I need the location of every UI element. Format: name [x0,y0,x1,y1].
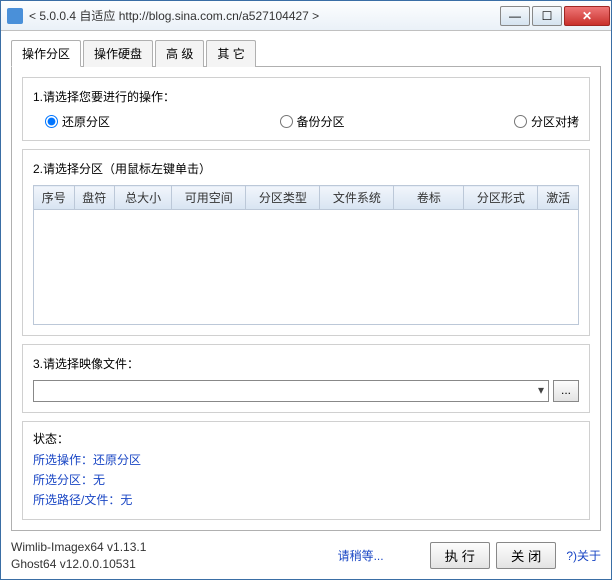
operation-radios: 还原分区 备份分区 分区对拷 [33,113,579,130]
app-window: < 5.0.0.4 自适应 http://blog.sina.com.cn/a5… [0,0,612,580]
image-file-combo[interactable] [33,380,549,402]
group-partition-title: 2.请选择分区（用鼠标左键单击） [33,160,579,177]
window-controls: — ☐ ✕ [499,6,611,26]
tab-operate-partition[interactable]: 操作分区 [11,40,81,67]
group-image-file: 3.请选择映像文件： ... [22,344,590,413]
radio-backup-label: 备份分区 [297,113,345,130]
col-ptype[interactable]: 分区类型 [246,186,320,210]
status-path: 所选路径/文件：无 [33,491,579,508]
col-free[interactable]: 可用空间 [172,186,246,210]
radio-backup-input[interactable] [280,115,293,128]
radio-restore-input[interactable] [45,115,58,128]
tab-advanced[interactable]: 高 级 [155,40,204,67]
app-icon [7,8,23,24]
col-total[interactable]: 总大小 [115,186,172,210]
radio-copy-partition[interactable]: 分区对拷 [514,113,579,130]
version-wimlib: Wimlib-Imagex64 v1.13.1 [11,539,146,556]
col-letter[interactable]: 盘符 [74,186,115,210]
col-active[interactable]: 激活 [538,186,579,210]
radio-backup-partition[interactable]: 备份分区 [280,113,515,130]
maximize-button[interactable]: ☐ [532,6,562,26]
radio-copy-input[interactable] [514,115,527,128]
footer: Wimlib-Imagex64 v1.13.1 Ghost64 v12.0.0.… [1,535,611,579]
version-ghost: Ghost64 v12.0.0.10531 [11,556,146,573]
tabstrip: 操作分区 操作硬盘 高 级 其 它 [11,40,601,67]
browse-button[interactable]: ... [553,380,579,402]
close-button[interactable]: ✕ [564,6,610,26]
client-area: 操作分区 操作硬盘 高 级 其 它 1.请选择您要进行的操作： 还原分区 备份分… [1,31,611,535]
titlebar: < 5.0.0.4 自适应 http://blog.sina.com.cn/a5… [1,1,611,31]
col-label[interactable]: 卷标 [394,186,464,210]
col-fs[interactable]: 文件系统 [320,186,394,210]
col-index[interactable]: 序号 [34,186,75,210]
group-operation: 1.请选择您要进行的操作： 还原分区 备份分区 分区对拷 [22,77,590,141]
col-scheme[interactable]: 分区形式 [464,186,538,210]
status-partition: 所选分区：无 [33,471,579,488]
minimize-button[interactable]: — [500,6,530,26]
tab-other[interactable]: 其 它 [206,40,255,67]
group-operation-title: 1.请选择您要进行的操作： [33,88,579,105]
radio-restore-partition[interactable]: 还原分区 [45,113,280,130]
status-operation: 所选操作：还原分区 [33,451,579,468]
image-file-row: ... [33,380,579,402]
status-title: 状态： [33,430,579,447]
group-status: 状态： 所选操作：还原分区 所选分区：无 所选路径/文件：无 [22,421,590,520]
radio-restore-label: 还原分区 [62,113,110,130]
window-title: < 5.0.0.4 自适应 http://blog.sina.com.cn/a5… [29,7,499,24]
radio-copy-label: 分区对拷 [531,113,579,130]
group-partition-list: 2.请选择分区（用鼠标左键单击） 序号 盘符 总大小 可用空间 分区类型 文件系… [22,149,590,336]
group-image-title: 3.请选择映像文件： [33,355,579,372]
partition-table[interactable]: 序号 盘符 总大小 可用空间 分区类型 文件系统 卷标 分区形式 激活 [33,185,579,210]
tab-operate-disk[interactable]: 操作硬盘 [83,40,153,67]
tabpanel: 1.请选择您要进行的操作： 还原分区 备份分区 分区对拷 [11,66,601,531]
partition-table-body[interactable] [33,210,579,325]
